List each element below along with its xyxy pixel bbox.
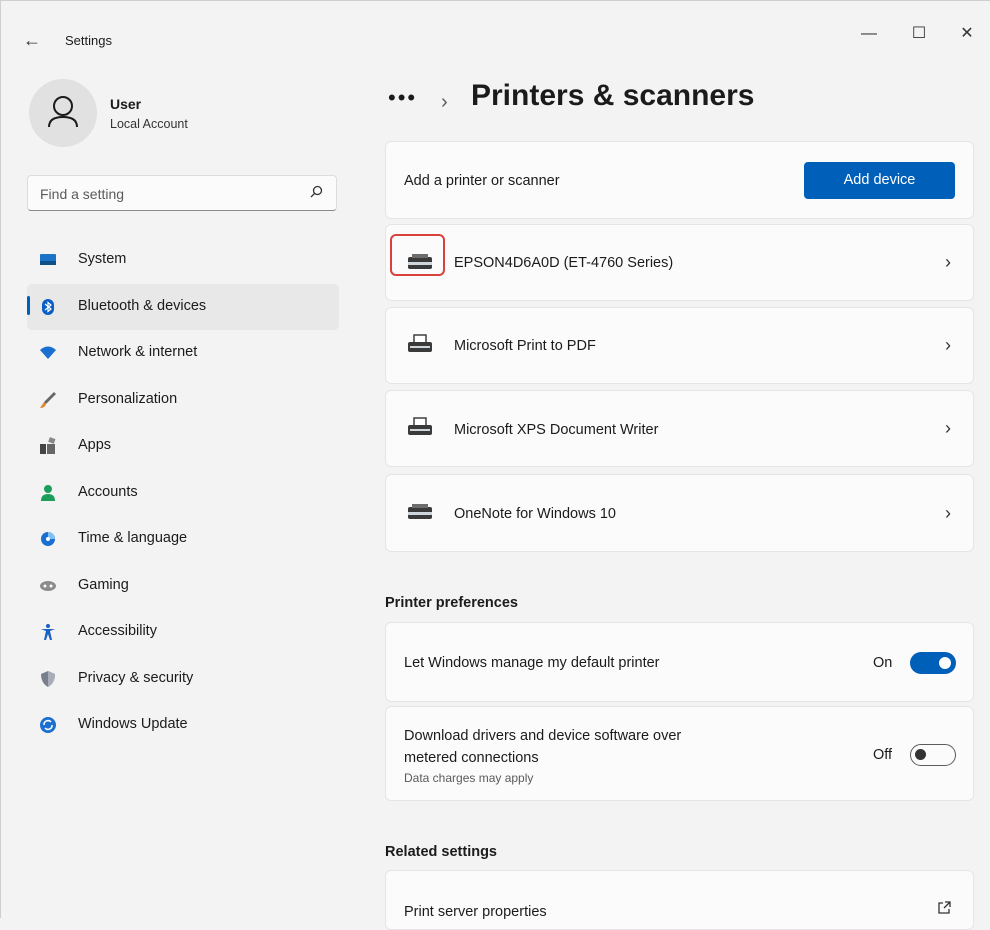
virtual-printer-icon [408, 334, 432, 352]
sidebar-item-windows-update[interactable]: Windows Update [27, 702, 339, 749]
sidebar-item-label: Time & language [78, 530, 188, 546]
printer-icon [408, 504, 432, 519]
chevron-right-icon: › [945, 252, 951, 272]
breadcrumb-more-button[interactable]: ••• [388, 85, 417, 111]
account-type: Local Account [110, 117, 188, 131]
toggle-state-text: On [873, 655, 893, 671]
back-button[interactable]: ← [19, 27, 45, 53]
sidebar-item-personalization[interactable]: Personalization [27, 377, 339, 424]
sidebar-item-label: Personalization [78, 390, 178, 407]
chevron-right-icon: › [945, 418, 951, 438]
add-printer-card: Add a printer or scanner Add device [385, 141, 974, 219]
sidebar-item-gaming[interactable]: Gaming [27, 563, 339, 610]
wifi-icon [40, 346, 56, 359]
default-printer-label: Let Windows manage my default printer [404, 655, 660, 671]
update-icon [40, 717, 56, 733]
sidebar-item-label: Gaming [78, 576, 129, 593]
bluetooth-icon [42, 298, 54, 315]
sidebar-item-label: Privacy & security [78, 669, 194, 686]
accessibility-icon [41, 624, 55, 640]
sidebar-item-time-language[interactable]: Time & language [27, 516, 339, 563]
printer-preferences-heading: Printer preferences [385, 595, 518, 611]
search-placeholder: Find a setting [40, 186, 125, 202]
toggle-knob [939, 657, 951, 669]
metered-subtext: Data charges may apply [404, 771, 534, 785]
search-icon [310, 185, 323, 198]
device-name: Microsoft Print to PDF [454, 338, 596, 354]
page-title: Printers & scanners [471, 79, 755, 112]
metered-toggle[interactable] [910, 744, 956, 766]
device-row-onenote[interactable]: OneNote for Windows 10 › [385, 474, 974, 552]
sidebar-item-label: System [78, 251, 127, 267]
breadcrumb-separator: › [441, 91, 448, 113]
print-server-properties-link[interactable]: Print server properties [385, 870, 974, 930]
related-settings-heading: Related settings [385, 844, 497, 860]
chevron-right-icon: › [945, 503, 951, 523]
add-printer-label: Add a printer or scanner [404, 173, 560, 189]
device-name: EPSON4D6A0D (ET-4760 Series) [454, 255, 674, 271]
device-row-xps-writer[interactable]: Microsoft XPS Document Writer › [385, 390, 974, 467]
toggle-knob [915, 749, 926, 760]
avatar[interactable] [29, 79, 97, 147]
sidebar-item-system[interactable]: System [27, 237, 339, 284]
sidebar-item-privacy-security[interactable]: Privacy & security [27, 656, 339, 703]
globe-clock-icon [41, 532, 55, 546]
toggle-state-text: Off [873, 747, 893, 763]
printer-icon [408, 254, 432, 269]
sidebar-item-label: Accounts [78, 483, 138, 500]
sidebar-item-label: Accessibility [78, 623, 157, 639]
maximize-button[interactable]: ☐ [899, 19, 939, 49]
search-input[interactable]: Find a setting [27, 175, 337, 211]
accounts-icon [41, 484, 55, 501]
settings-window: ← Settings — ☐ ✕ User Local Account Find… [0, 0, 990, 930]
device-name: Microsoft XPS Document Writer [454, 422, 659, 438]
device-row-print-to-pdf[interactable]: Microsoft Print to PDF › [385, 307, 974, 384]
title-bar: ← Settings — ☐ ✕ [1, 1, 990, 50]
sidebar-item-bluetooth-devices[interactable]: Bluetooth & devices [27, 283, 339, 330]
gamepad-icon [40, 580, 56, 591]
default-printer-setting: Let Windows manage my default printer On [385, 622, 974, 702]
sidebar-item-label: Windows Update [78, 716, 188, 732]
sidebar-item-accounts[interactable]: Accounts [27, 470, 339, 517]
sidebar-item-network[interactable]: Network & internet [27, 330, 339, 377]
chevron-right-icon: › [945, 335, 951, 355]
default-printer-toggle[interactable] [910, 652, 956, 674]
sidebar-item-accessibility[interactable]: Accessibility [27, 609, 339, 656]
sidebar-nav: System Bluetooth & devices Network & int… [27, 237, 339, 749]
minimize-button[interactable]: — [849, 19, 889, 49]
apps-icon [40, 437, 56, 454]
sidebar-item-apps[interactable]: Apps [27, 423, 339, 470]
virtual-printer-icon [408, 417, 432, 435]
sidebar-item-label: Apps [78, 437, 112, 453]
system-icon [40, 254, 56, 265]
app-title: Settings [65, 33, 112, 48]
brush-icon [40, 391, 56, 408]
sidebar-item-label: Bluetooth & devices [78, 297, 207, 314]
metered-label-line2: metered connections [404, 750, 539, 766]
metered-label-line1: Download drivers and device software ove… [404, 728, 682, 744]
device-name: OneNote for Windows 10 [454, 506, 616, 522]
user-name: User [110, 96, 142, 112]
device-row-epson[interactable]: EPSON4D6A0D (ET-4760 Series) › [385, 224, 974, 301]
shield-icon [41, 670, 55, 687]
external-link-icon [938, 901, 951, 914]
user-icon [48, 96, 78, 128]
metered-download-setting: Download drivers and device software ove… [385, 706, 974, 801]
add-device-button[interactable]: Add device [804, 162, 955, 199]
sidebar-item-label: Network & internet [78, 344, 198, 360]
active-indicator [27, 295, 30, 315]
close-button[interactable]: ✕ [947, 19, 987, 49]
